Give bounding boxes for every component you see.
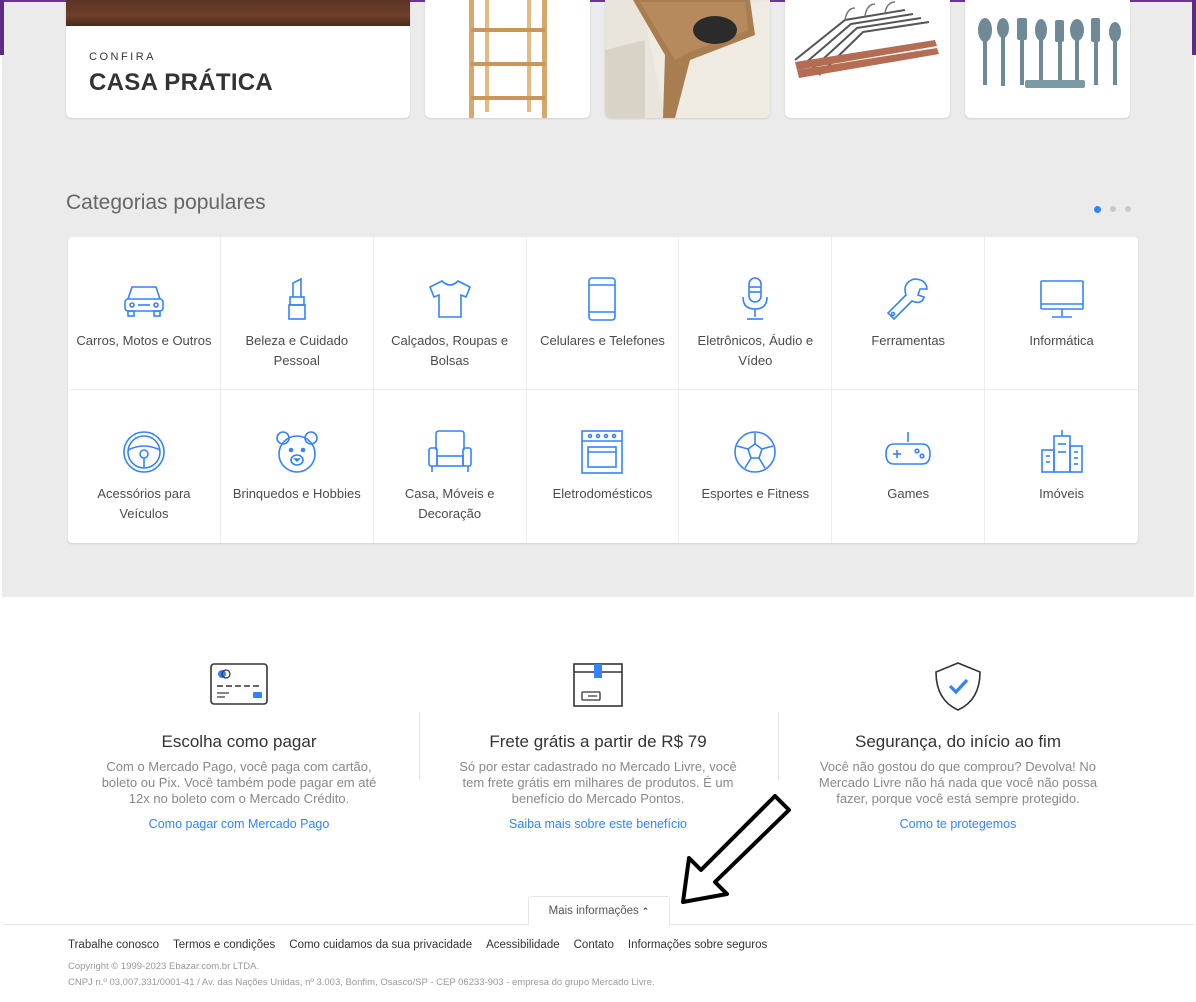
category-beleza[interactable]: Beleza e Cuidado Pessoal (220, 237, 374, 390)
footer-link-contato[interactable]: Contato (574, 939, 614, 951)
copyright-text: Copyright © 1999-2023 Ebazar.com.br LTDA… (68, 961, 260, 972)
categories-grid: Carros, Motos e Outros Beleza e Cuidado … (68, 237, 1138, 543)
product-thumb-shelf[interactable] (425, 0, 590, 118)
product-thumb-hangers[interactable] (785, 0, 950, 118)
promo-card-casa-pratica[interactable]: CONFIRA CASA PRÁTICA (66, 0, 410, 118)
category-ferramentas[interactable]: Ferramentas (832, 237, 986, 390)
wrench-icon (887, 278, 929, 321)
footer-links: Trabalhe conosco Termos e condições Como… (68, 939, 767, 951)
more-info-button[interactable]: Mais informações ⌃ (528, 896, 670, 925)
footer-link-seguros[interactable]: Informações sobre seguros (628, 939, 767, 951)
category-label: Games (887, 486, 930, 501)
feature-divider (419, 712, 420, 780)
oven-icon (581, 430, 624, 474)
window-right-border (1192, 0, 1196, 55)
feature-text: Você não gostou do que comprou? Devolva!… (818, 759, 1098, 806)
credit-card-icon (210, 663, 268, 705)
phone-icon (588, 277, 617, 321)
soccer-ball-icon (734, 431, 777, 473)
chevron-up-icon: ⌃ (641, 906, 650, 916)
category-label: Esportes e Fitness (701, 486, 810, 501)
annotation-arrow-icon (681, 794, 791, 904)
shield-check-icon (935, 662, 981, 711)
promo-banner-image (66, 0, 410, 26)
feature-title: Segurança, do início ao fim (854, 732, 1061, 751)
category-label: Eletrodomésticos (552, 486, 653, 501)
security-link[interactable]: Como te protegemos (813, 817, 1103, 831)
sofa-arm-tray-image (605, 0, 770, 118)
microphone-icon (742, 277, 769, 320)
category-brinquedos[interactable]: Brinquedos e Hobbies (221, 390, 374, 543)
feature-title: Frete grátis a partir de R$ 79 (489, 732, 707, 751)
category-carros[interactable]: Carros, Motos e Outros (68, 237, 221, 390)
hangers-image (794, 1, 939, 78)
tshirt-icon (428, 280, 471, 318)
car-icon (124, 286, 164, 317)
footer-link-termos[interactable]: Termos e condições (173, 939, 275, 951)
category-eletronicos[interactable]: Eletrônicos, Áudio e Vídeo (679, 237, 833, 390)
footer-link-acessibilidade[interactable]: Acessibilidade (486, 939, 560, 951)
category-label: Informática (1029, 333, 1094, 348)
category-label: Eletrônicos, Áudio e Vídeo (697, 333, 814, 368)
category-celulares[interactable]: Celulares e Telefones (526, 237, 680, 390)
more-info-label: Mais informações (548, 905, 639, 917)
lipstick-icon (287, 277, 306, 320)
wooden-shelf-image (469, 0, 547, 118)
kitchen-utensils-image (978, 18, 1121, 88)
gamepad-icon (885, 432, 932, 465)
carousel-dot-3[interactable] (1125, 206, 1131, 212)
company-info-text: CNPJ n.º 03.007.331/0001-41 / Av. das Na… (68, 977, 655, 988)
feature-security: Segurança, do início ao fim Você não gos… (813, 660, 1103, 831)
category-label: Imóveis (1039, 486, 1084, 501)
category-eletrodomesticos[interactable]: Eletrodomésticos (527, 390, 680, 543)
feature-text: Com o Mercado Pago, você paga com cartão… (101, 759, 377, 806)
category-label: Casa, Móveis e Decoração (404, 486, 495, 521)
product-thumb-sofa-tray[interactable] (605, 0, 770, 118)
category-games[interactable]: Games (832, 390, 986, 543)
feature-divider (778, 712, 779, 780)
feature-title: Escolha como pagar (161, 732, 317, 751)
feature-payment: Escolha como pagar Com o Mercado Pago, v… (94, 660, 384, 831)
box-icon (573, 663, 623, 707)
category-label: Carros, Motos e Outros (76, 333, 212, 348)
category-label: Beleza e Cuidado Pessoal (245, 333, 349, 368)
carousel-dot-2[interactable] (1110, 206, 1116, 212)
armchair-icon (427, 430, 472, 472)
category-label: Brinquedos e Hobbies (232, 486, 361, 501)
category-label: Acessórios para Veículos (97, 486, 191, 521)
category-esportes[interactable]: Esportes e Fitness (679, 390, 833, 543)
footer-link-privacidade[interactable]: Como cuidamos da sua privacidade (289, 939, 472, 951)
teddy-bear-icon (275, 431, 318, 473)
payment-link[interactable]: Como pagar com Mercado Pago (94, 817, 384, 831)
promo-kicker: CONFIRA (89, 51, 156, 63)
category-informatica[interactable]: Informática (985, 237, 1138, 390)
footer-link-trabalhe[interactable]: Trabalhe conosco (68, 939, 159, 951)
category-acessorios[interactable]: Acessórios para Veículos (68, 390, 221, 543)
window-left-border (0, 0, 4, 55)
carousel-dot-1[interactable] (1094, 205, 1101, 213)
category-calcados[interactable]: Calçados, Roupas e Bolsas (373, 237, 527, 390)
category-casa[interactable]: Casa, Móveis e Decoração (374, 390, 527, 543)
monitor-icon (1039, 280, 1084, 318)
categories-title: Categorias populares (66, 191, 266, 214)
carousel-pagination (1094, 205, 1131, 213)
category-label: Celulares e Telefones (540, 333, 665, 348)
category-imoveis[interactable]: Imóveis (985, 390, 1138, 543)
category-label: Ferramentas (871, 333, 946, 348)
steering-wheel-icon (123, 431, 165, 473)
product-thumb-utensils[interactable] (965, 0, 1130, 118)
buildings-icon (1040, 430, 1083, 473)
category-label: Calçados, Roupas e Bolsas (391, 333, 509, 368)
promo-title: CASA PRÁTICA (89, 69, 274, 96)
